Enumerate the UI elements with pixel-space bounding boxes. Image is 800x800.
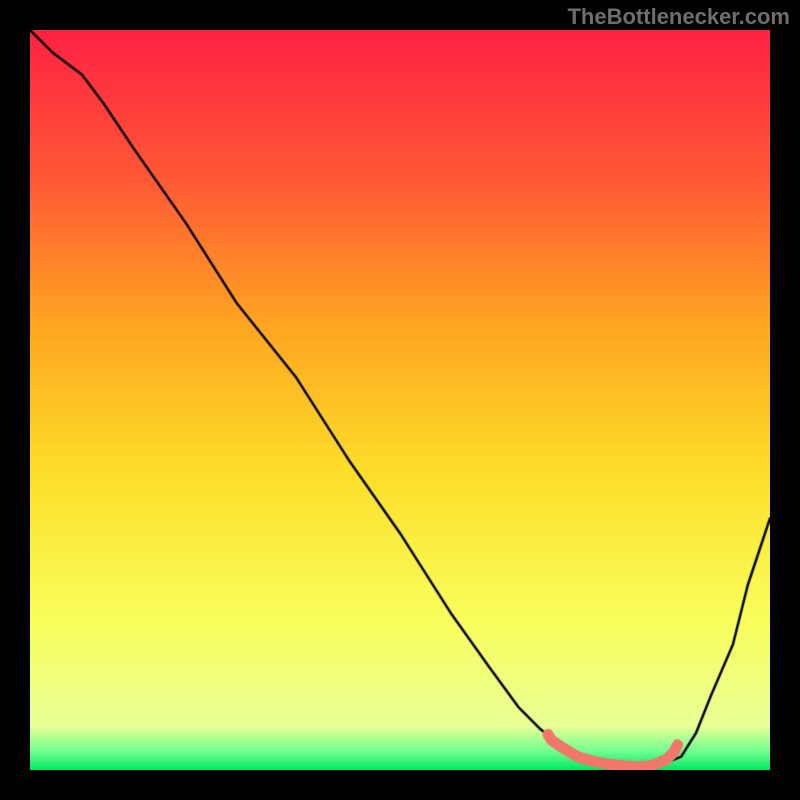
line-plot [30, 30, 770, 770]
watermark-text: TheBottlenecker.com [567, 4, 790, 30]
chart-container: TheBottlenecker.com [0, 0, 800, 800]
chart-area [30, 30, 770, 770]
